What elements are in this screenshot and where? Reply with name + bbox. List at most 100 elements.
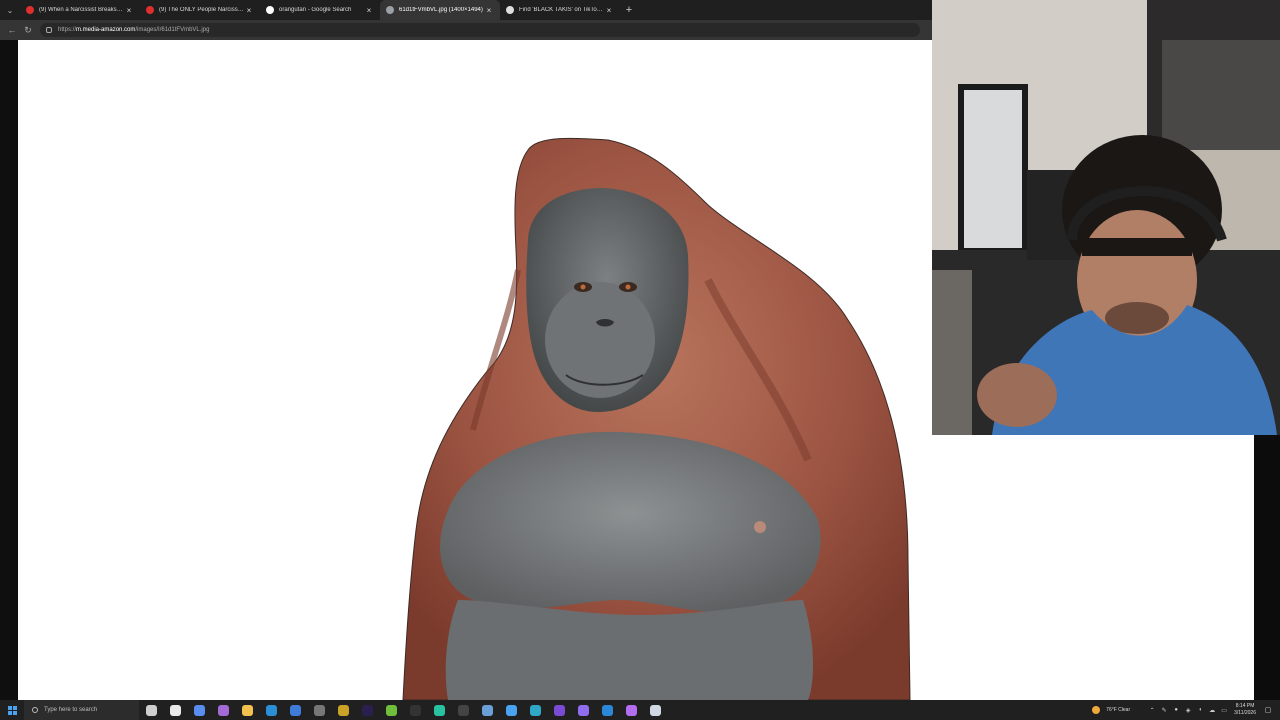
tab-close-button[interactable]: × [604, 6, 614, 15]
taskbar-app-button[interactable] [139, 700, 163, 720]
app-icon [601, 704, 613, 716]
taskbar-app-button[interactable] [499, 700, 523, 720]
tab-close-button[interactable]: × [124, 6, 134, 15]
webcam-overlay [932, 0, 1280, 435]
taskbar-app-button[interactable] [307, 700, 331, 720]
app-icon [457, 704, 469, 716]
keyboard-icon[interactable]: ▭ [1218, 700, 1230, 720]
taskbar-app-button[interactable] [643, 700, 667, 720]
taskbar-app-button[interactable] [163, 700, 187, 720]
taskbar-app-button[interactable] [403, 700, 427, 720]
webcam-feed [932, 0, 1280, 435]
url-path: /images/I/61d1tFVmbVL.jpg [135, 27, 210, 33]
taskbar-app-button[interactable] [355, 700, 379, 720]
browser-tab-strip: ⌄ (9) When a Narcissist Breaks the × (9) T… [0, 0, 932, 20]
chevron-up-icon[interactable]: ⌃ [1146, 700, 1158, 720]
app-icon [577, 704, 589, 716]
clock-time: 8:14 PM [1235, 703, 1255, 709]
app-icon [313, 704, 325, 716]
taskbar-app-button[interactable] [619, 700, 643, 720]
obs-icon [217, 704, 229, 716]
taskbar-app-button[interactable] [523, 700, 547, 720]
taskbar-app-button[interactable] [235, 700, 259, 720]
windows-logo-icon [7, 705, 17, 715]
orangutan-photo[interactable] [18, 40, 932, 700]
volume-icon[interactable]: ◖ [1194, 700, 1206, 720]
copilot-icon [193, 704, 205, 716]
url-host: m.media-amazon.com [76, 27, 136, 33]
taskbar-search-placeholder: Type here to search [44, 707, 98, 713]
youtube-icon [146, 6, 154, 14]
browser-tab[interactable]: (9) When a Narcissist Breaks the × [20, 0, 140, 20]
cloud-icon[interactable]: ☁ [1206, 700, 1218, 720]
page-background-right [932, 435, 1254, 700]
image-canvas [18, 40, 932, 700]
new-tab-button[interactable]: + [620, 4, 638, 16]
nvidia-icon [385, 704, 397, 716]
tab-label: orangutan - Google Search [279, 7, 352, 13]
start-button[interactable] [0, 700, 24, 720]
edge-icon [265, 704, 277, 716]
system-tray: 76°F Clear ⌃ ✎ ● ◈ ◖ ☁ ▭ 8:14 PM 3/11/20… [1092, 700, 1280, 720]
browser-tab[interactable]: 61d1tFVmbVL.jpg (1400×1494) × [380, 0, 500, 20]
notification-icon[interactable]: ▢ [1262, 706, 1274, 714]
browser-tab[interactable]: orangutan - Google Search × [260, 0, 380, 20]
taskbar-app-button[interactable] [211, 700, 235, 720]
app-icon [553, 704, 565, 716]
taskbar-app-button[interactable] [547, 700, 571, 720]
taskbar-app-button[interactable] [259, 700, 283, 720]
tab-search-icon[interactable]: ⌄ [0, 0, 20, 20]
tab-close-button[interactable]: × [244, 6, 254, 15]
clock-date: 3/11/2026 [1234, 710, 1256, 716]
app-icon [169, 704, 181, 716]
taskbar-app-button[interactable] [475, 700, 499, 720]
app-icon [529, 704, 541, 716]
tab-label: (9) When a Narcissist Breaks the [39, 7, 124, 13]
steam-icon [649, 704, 661, 716]
app-icon [409, 704, 421, 716]
taskbar-app-button[interactable] [331, 700, 355, 720]
premiere-icon [361, 704, 373, 716]
globe-icon [386, 6, 394, 14]
reload-button[interactable]: ↻ [20, 22, 36, 38]
taskbar-app-button[interactable] [187, 700, 211, 720]
microphone-icon[interactable]: ● [1170, 700, 1182, 720]
page-viewport [0, 40, 932, 700]
tab-close-button[interactable]: × [364, 6, 374, 15]
file-explorer-icon [241, 704, 253, 716]
browser-toolbar: ← ↻ https://m.media-amazon.com/images/I/… [0, 20, 932, 40]
taskbar-clock[interactable]: 8:14 PM 3/11/2026 [1234, 703, 1256, 717]
browser-tab[interactable]: Find 'BLACK TAKIS' on TikTok | Ti × [500, 0, 620, 20]
taskbar-app-button[interactable] [379, 700, 403, 720]
streamer-hand [977, 363, 1057, 427]
tab-label: Find 'BLACK TAKIS' on TikTok | Ti [519, 7, 604, 13]
tiktok-icon [506, 6, 514, 14]
app-icon [337, 704, 349, 716]
app-icon [433, 704, 445, 716]
weather-text: 76°F Clear [1106, 707, 1131, 713]
app-icon [505, 704, 517, 716]
taskbar-app-button[interactable] [283, 700, 307, 720]
taskbar-search-box[interactable]: Type here to search [24, 700, 139, 720]
app-icon [289, 704, 301, 716]
tab-close-button[interactable]: × [484, 6, 494, 15]
weather-widget[interactable]: 76°F Clear [1092, 706, 1130, 714]
task-view-icon [145, 704, 157, 716]
site-info-icon[interactable] [46, 27, 52, 33]
tab-label: (9) The ONLY People Narcissists [159, 7, 244, 13]
pen-icon[interactable]: ✎ [1158, 700, 1170, 720]
page-scroll-edge [1254, 435, 1280, 700]
back-button[interactable]: ← [4, 22, 20, 38]
taskbar-app-button[interactable] [571, 700, 595, 720]
taskbar-app-button[interactable] [595, 700, 619, 720]
moon-weather-icon [1092, 706, 1101, 714]
youtube-icon [26, 6, 34, 14]
browser-tab[interactable]: (9) The ONLY People Narcissists × [140, 0, 260, 20]
app-icon [625, 704, 637, 716]
app-icon [481, 704, 493, 716]
taskbar-app-button[interactable] [427, 700, 451, 720]
orangutan-belly [445, 600, 813, 700]
network-icon[interactable]: ◈ [1182, 700, 1194, 720]
address-bar[interactable]: https://m.media-amazon.com/images/I/61d1… [40, 23, 920, 37]
taskbar-app-button[interactable] [451, 700, 475, 720]
